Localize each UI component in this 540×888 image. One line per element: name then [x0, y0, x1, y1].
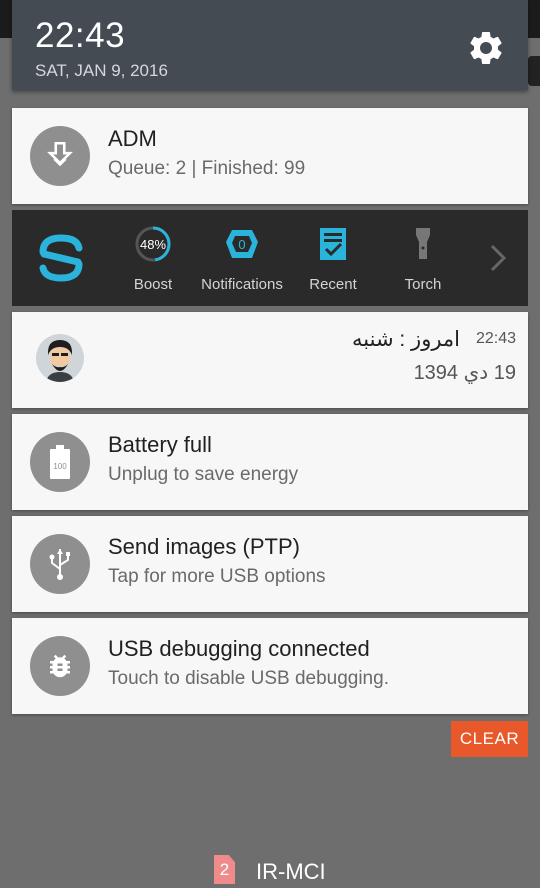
notification-usb-ptp[interactable]: Send images (PTP) Tap for more USB optio… [12, 516, 528, 612]
recent-clipboard-icon [320, 228, 346, 260]
notification-title: ADM [108, 126, 157, 151]
notification-title: Send images (PTP) [108, 534, 300, 559]
clock: 22:43 [35, 16, 126, 55]
bug-icon [30, 636, 90, 696]
notification-title: USB debugging connected [108, 636, 370, 661]
settings-gear-icon[interactable] [466, 28, 506, 68]
quick-settings-header[interactable]: 22:43 SAT, JAN 9, 2016 [12, 0, 528, 90]
chevron-right-icon[interactable] [486, 240, 510, 276]
notification-title: امروز : شنبه [352, 328, 460, 351]
widget-torch[interactable]: Torch [373, 224, 473, 304]
notification-time: 22:43 [475, 330, 516, 347]
clear-all-button[interactable]: CLEAR [451, 721, 528, 757]
notification-shield-icon: 0 [226, 230, 258, 258]
app-logo-icon[interactable] [34, 230, 88, 286]
widget-label: Recent [309, 276, 357, 293]
download-icon [30, 126, 90, 186]
notification-text: Unplug to save energy [108, 464, 299, 485]
carrier-name: IR-MCI [256, 859, 326, 884]
boost-gauge-icon: 48% [135, 226, 171, 262]
notification-battery[interactable]: 100 Battery full Unplug to save energy [12, 414, 528, 510]
notification-text: Touch to disable USB debugging. [108, 668, 389, 689]
torch-icon [416, 228, 430, 259]
booster-widget[interactable]: 48% Boost 0 Notifications Recent Torch [12, 210, 528, 306]
notification-text: Tap for more USB options [108, 566, 326, 587]
usb-icon [30, 534, 90, 594]
notification-count: 0 [238, 237, 245, 252]
widget-label: Torch [404, 276, 442, 293]
battery-level-text: 100 [53, 462, 67, 471]
widget-notifications[interactable]: 0 Notifications [192, 224, 292, 304]
carrier-label: 2 IR-MCI [0, 855, 540, 888]
boost-value: 48% [140, 237, 166, 252]
notification-text: Queue: 2 | Finished: 99 [108, 158, 306, 179]
widget-recent[interactable]: Recent [283, 224, 383, 304]
notification-text: 19 دي 1394 [413, 362, 516, 384]
notification-adm[interactable]: ADM Queue: 2 | Finished: 99 [12, 108, 528, 204]
avatar [36, 334, 84, 382]
notification-persian-calendar[interactable]: 22:43 امروز : شنبه 19 دي 1394 [12, 312, 528, 408]
widget-boost[interactable]: 48% Boost [103, 224, 203, 304]
notification-usb-debugging[interactable]: USB debugging connected Touch to disable… [12, 618, 528, 714]
background-edge [528, 56, 540, 86]
sim-card-icon: 2 [214, 855, 235, 884]
notification-title: Battery full [108, 432, 212, 457]
date[interactable]: SAT, JAN 9, 2016 [35, 61, 168, 81]
battery-icon: 100 [30, 432, 90, 492]
widget-label: Boost [133, 276, 173, 293]
widget-label: Notifications [201, 276, 283, 293]
